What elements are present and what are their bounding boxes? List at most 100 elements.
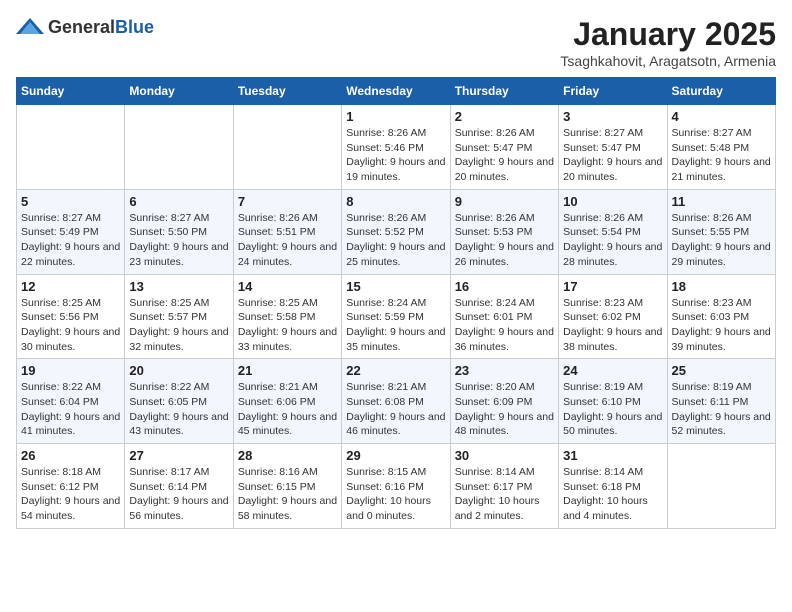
weekday-header-tuesday: Tuesday (233, 78, 341, 105)
day-number: 29 (346, 448, 445, 463)
page-header: GeneralBlue January 2025 Tsaghkahovit, A… (16, 16, 776, 69)
calendar-table: SundayMondayTuesdayWednesdayThursdayFrid… (16, 77, 776, 529)
calendar-cell: 17 Sunrise: 8:23 AMSunset: 6:02 PMDayligh… (559, 274, 667, 359)
calendar-cell: 24 Sunrise: 8:19 AMSunset: 6:10 PMDayligh… (559, 359, 667, 444)
calendar-cell: 14 Sunrise: 8:25 AMSunset: 5:58 PMDayligh… (233, 274, 341, 359)
cell-info: Sunrise: 8:22 AMSunset: 6:05 PMDaylight:… (129, 380, 228, 439)
day-number: 27 (129, 448, 228, 463)
calendar-cell: 20 Sunrise: 8:22 AMSunset: 6:05 PMDayligh… (125, 359, 233, 444)
calendar-cell (667, 444, 775, 529)
cell-info: Sunrise: 8:23 AMSunset: 6:03 PMDaylight:… (672, 296, 771, 355)
day-number: 8 (346, 194, 445, 209)
cell-info: Sunrise: 8:22 AMSunset: 6:04 PMDaylight:… (21, 380, 120, 439)
calendar-week-2: 5Sunrise: 8:27 AMSunset: 5:49 PMDaylight… (17, 189, 776, 274)
calendar-cell: 29 Sunrise: 8:15 AMSunset: 6:16 PMDayligh… (342, 444, 450, 529)
calendar-cell: 5Sunrise: 8:27 AMSunset: 5:49 PMDaylight… (17, 189, 125, 274)
day-number: 13 (129, 279, 228, 294)
calendar-week-1: 1 Sunrise: 8:26 AMSunset: 5:46 PMDaylight… (17, 105, 776, 190)
cell-info: Sunrise: 8:21 AMSunset: 6:06 PMDaylight:… (238, 380, 337, 439)
cell-info: Sunrise: 8:25 AMSunset: 5:56 PMDaylight:… (21, 296, 120, 355)
day-number: 16 (455, 279, 554, 294)
cell-info: Sunrise: 8:15 AMSunset: 6:16 PMDaylight:… (346, 465, 445, 524)
calendar-cell: 31 Sunrise: 8:14 AMSunset: 6:18 PMDayligh… (559, 444, 667, 529)
day-number: 22 (346, 363, 445, 378)
day-number: 14 (238, 279, 337, 294)
cell-info: Sunrise: 8:26 AMSunset: 5:46 PMDaylight:… (346, 126, 445, 185)
calendar-header: SundayMondayTuesdayWednesdayThursdayFrid… (17, 78, 776, 105)
cell-info: Sunrise: 8:16 AMSunset: 6:15 PMDaylight:… (238, 465, 337, 524)
cell-info: Sunrise: 8:27 AMSunset: 5:49 PMDaylight:… (21, 211, 120, 270)
day-number: 19 (21, 363, 120, 378)
day-number: 28 (238, 448, 337, 463)
cell-info: Sunrise: 8:26 AMSunset: 5:53 PMDaylight:… (455, 211, 554, 270)
cell-info: Sunrise: 8:14 AMSunset: 6:17 PMDaylight:… (455, 465, 554, 524)
logo-blue-text: Blue (115, 17, 154, 37)
day-number: 20 (129, 363, 228, 378)
cell-info: Sunrise: 8:27 AMSunset: 5:48 PMDaylight:… (672, 126, 771, 185)
cell-info: Sunrise: 8:20 AMSunset: 6:09 PMDaylight:… (455, 380, 554, 439)
day-number: 26 (21, 448, 120, 463)
cell-info: Sunrise: 8:26 AMSunset: 5:52 PMDaylight:… (346, 211, 445, 270)
day-number: 15 (346, 279, 445, 294)
calendar-cell: 22 Sunrise: 8:21 AMSunset: 6:08 PMDayligh… (342, 359, 450, 444)
day-number: 1 (346, 109, 445, 124)
cell-info: Sunrise: 8:14 AMSunset: 6:18 PMDaylight:… (563, 465, 662, 524)
day-number: 30 (455, 448, 554, 463)
day-number: 4 (672, 109, 771, 124)
title-area: January 2025 Tsaghkahovit, Aragatsotn, A… (560, 16, 776, 69)
cell-info: Sunrise: 8:27 AMSunset: 5:47 PMDaylight:… (563, 126, 662, 185)
weekday-header-thursday: Thursday (450, 78, 558, 105)
calendar-cell (233, 105, 341, 190)
calendar-cell: 28 Sunrise: 8:16 AMSunset: 6:15 PMDayligh… (233, 444, 341, 529)
calendar-cell: 25 Sunrise: 8:19 AMSunset: 6:11 PMDayligh… (667, 359, 775, 444)
cell-info: Sunrise: 8:18 AMSunset: 6:12 PMDaylight:… (21, 465, 120, 524)
day-number: 24 (563, 363, 662, 378)
calendar-cell: 11Sunrise: 8:26 AMSunset: 5:55 PMDayligh… (667, 189, 775, 274)
cell-info: Sunrise: 8:27 AMSunset: 5:50 PMDaylight:… (129, 211, 228, 270)
weekday-header-monday: Monday (125, 78, 233, 105)
day-number: 6 (129, 194, 228, 209)
logo-general: General (48, 17, 115, 37)
day-number: 7 (238, 194, 337, 209)
calendar-week-5: 26 Sunrise: 8:18 AMSunset: 6:12 PMDayligh… (17, 444, 776, 529)
cell-info: Sunrise: 8:19 AMSunset: 6:11 PMDaylight:… (672, 380, 771, 439)
day-number: 10 (563, 194, 662, 209)
cell-info: Sunrise: 8:21 AMSunset: 6:08 PMDaylight:… (346, 380, 445, 439)
calendar-cell: 26 Sunrise: 8:18 AMSunset: 6:12 PMDayligh… (17, 444, 125, 529)
cell-info: Sunrise: 8:23 AMSunset: 6:02 PMDaylight:… (563, 296, 662, 355)
weekday-header-sunday: Sunday (17, 78, 125, 105)
calendar-cell: 6 Sunrise: 8:27 AMSunset: 5:50 PMDaylight… (125, 189, 233, 274)
logo-text: GeneralBlue (48, 17, 154, 38)
location-title: Tsaghkahovit, Aragatsotn, Armenia (560, 53, 776, 69)
calendar-body: 1 Sunrise: 8:26 AMSunset: 5:46 PMDaylight… (17, 105, 776, 529)
weekday-header-friday: Friday (559, 78, 667, 105)
day-number: 17 (563, 279, 662, 294)
cell-info: Sunrise: 8:26 AMSunset: 5:47 PMDaylight:… (455, 126, 554, 185)
calendar-cell: 12Sunrise: 8:25 AMSunset: 5:56 PMDayligh… (17, 274, 125, 359)
calendar-cell: 4 Sunrise: 8:27 AMSunset: 5:48 PMDaylight… (667, 105, 775, 190)
logo-icon (16, 16, 44, 38)
day-number: 3 (563, 109, 662, 124)
cell-info: Sunrise: 8:25 AMSunset: 5:58 PMDaylight:… (238, 296, 337, 355)
calendar-cell: 3 Sunrise: 8:27 AMSunset: 5:47 PMDaylight… (559, 105, 667, 190)
calendar-cell: 10 Sunrise: 8:26 AMSunset: 5:54 PMDayligh… (559, 189, 667, 274)
calendar-cell: 7 Sunrise: 8:26 AMSunset: 5:51 PMDaylight… (233, 189, 341, 274)
calendar-cell: 13Sunrise: 8:25 AMSunset: 5:57 PMDayligh… (125, 274, 233, 359)
cell-info: Sunrise: 8:26 AMSunset: 5:54 PMDaylight:… (563, 211, 662, 270)
calendar-week-3: 12Sunrise: 8:25 AMSunset: 5:56 PMDayligh… (17, 274, 776, 359)
cell-info: Sunrise: 8:26 AMSunset: 5:55 PMDaylight:… (672, 211, 771, 270)
day-number: 25 (672, 363, 771, 378)
weekday-row: SundayMondayTuesdayWednesdayThursdayFrid… (17, 78, 776, 105)
cell-info: Sunrise: 8:17 AMSunset: 6:14 PMDaylight:… (129, 465, 228, 524)
calendar-cell: 9 Sunrise: 8:26 AMSunset: 5:53 PMDaylight… (450, 189, 558, 274)
calendar-cell: 18Sunrise: 8:23 AMSunset: 6:03 PMDayligh… (667, 274, 775, 359)
cell-info: Sunrise: 8:26 AMSunset: 5:51 PMDaylight:… (238, 211, 337, 270)
day-number: 31 (563, 448, 662, 463)
calendar-cell (125, 105, 233, 190)
calendar-cell: 23Sunrise: 8:20 AMSunset: 6:09 PMDayligh… (450, 359, 558, 444)
day-number: 9 (455, 194, 554, 209)
calendar-cell: 30 Sunrise: 8:14 AMSunset: 6:17 PMDayligh… (450, 444, 558, 529)
calendar-cell: 1 Sunrise: 8:26 AMSunset: 5:46 PMDaylight… (342, 105, 450, 190)
calendar-cell: 16Sunrise: 8:24 AMSunset: 6:01 PMDayligh… (450, 274, 558, 359)
cell-info: Sunrise: 8:19 AMSunset: 6:10 PMDaylight:… (563, 380, 662, 439)
